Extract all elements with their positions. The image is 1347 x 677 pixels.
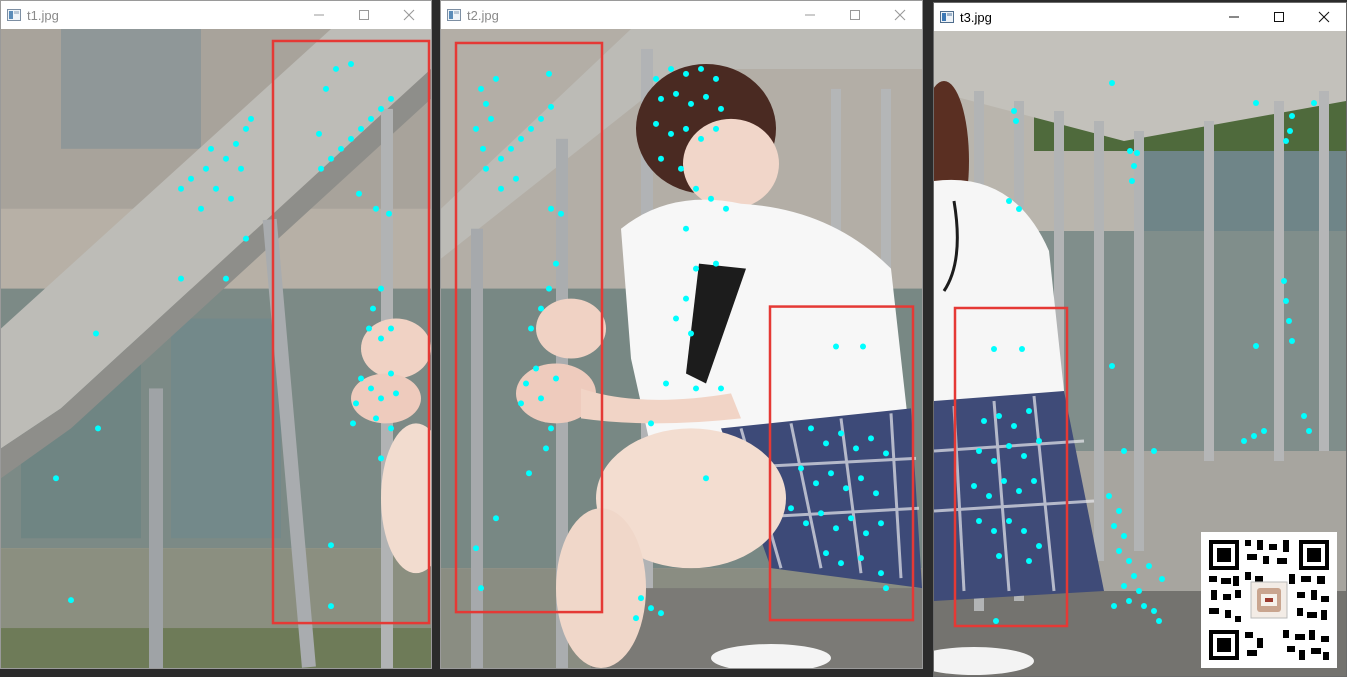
minimize-button[interactable] (787, 1, 832, 29)
maximize-button[interactable] (1256, 3, 1301, 31)
image-viewer-icon (940, 10, 954, 24)
maximize-button[interactable] (832, 1, 877, 29)
window-title: t2.jpg (467, 7, 499, 23)
close-button[interactable] (877, 1, 922, 29)
titlebar-t2[interactable]: t2.jpg (441, 1, 922, 29)
image-canvas-t2 (441, 29, 922, 668)
image-viewer-icon (447, 8, 461, 22)
window-t1[interactable]: t1.jpg (0, 0, 432, 669)
image-viewer-icon (7, 8, 21, 22)
close-icon (403, 9, 414, 21)
photo-t1 (1, 29, 431, 668)
close-icon (894, 9, 905, 21)
minimize-button[interactable] (1211, 3, 1256, 31)
minimize-icon (804, 14, 815, 16)
close-button[interactable] (1301, 3, 1346, 31)
minimize-icon (1228, 16, 1239, 18)
window-title: t3.jpg (960, 9, 992, 25)
maximize-button[interactable] (341, 1, 386, 29)
maximize-icon (358, 10, 369, 20)
image-canvas-t1 (1, 29, 431, 668)
qr-code (1201, 532, 1337, 668)
minimize-button[interactable] (296, 1, 341, 29)
close-icon (1318, 11, 1329, 23)
titlebar-t1[interactable]: t1.jpg (1, 1, 431, 29)
photo-t2 (441, 29, 922, 668)
titlebar-t3[interactable]: t3.jpg (934, 3, 1346, 31)
maximize-icon (849, 10, 860, 20)
maximize-icon (1273, 12, 1284, 22)
close-button[interactable] (386, 1, 431, 29)
window-t2[interactable]: t2.jpg (440, 0, 923, 669)
window-title: t1.jpg (27, 7, 59, 23)
minimize-icon (313, 14, 324, 16)
